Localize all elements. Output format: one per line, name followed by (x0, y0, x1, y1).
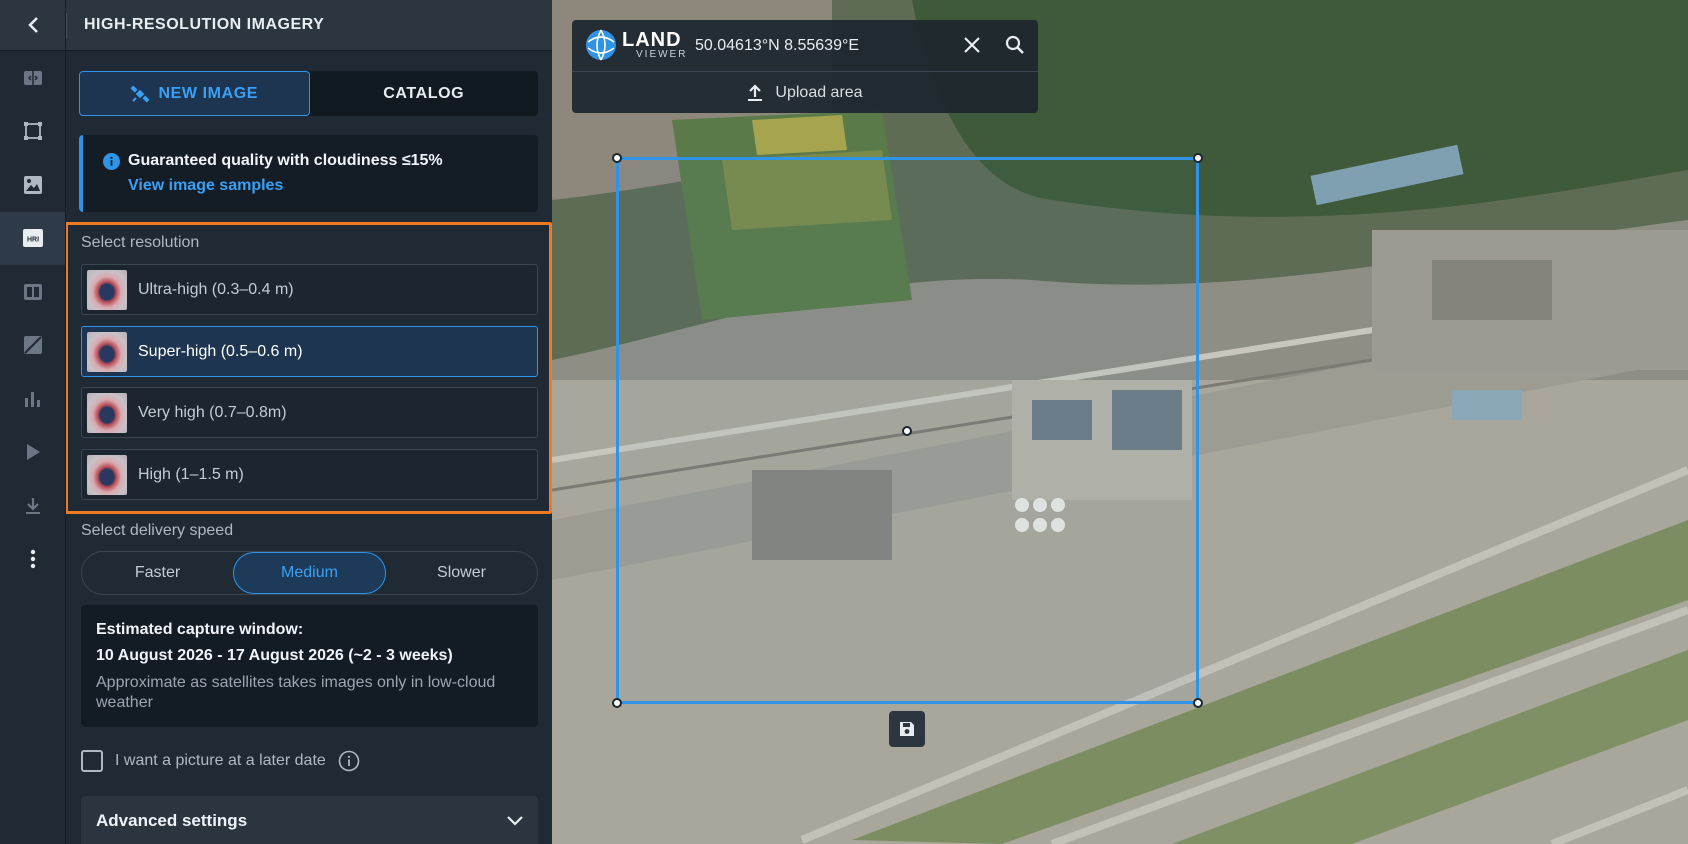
capture-window-dates: 10 August 2026 - 17 August 2026 (~2 - 3 … (96, 647, 453, 664)
svg-text:HRI: HRI (26, 237, 38, 244)
view-samples-link[interactable]: View image samples (128, 177, 283, 195)
upload-area-button[interactable]: Upload area (572, 72, 1038, 113)
advanced-settings-toggle[interactable]: Advanced settings (81, 796, 538, 844)
info-outline-icon[interactable] (338, 750, 360, 772)
aoi-vertex-handle[interactable] (612, 153, 622, 163)
play-icon (26, 444, 40, 461)
capture-window-box: Estimated capture window: 10 August 2026… (81, 605, 538, 727)
compare-icon (23, 70, 42, 85)
map-view[interactable]: LAND VIEWER 50.04613°N 8.55639°E Upload … (552, 0, 1688, 844)
aoi-midpoint-handle[interactable] (902, 426, 912, 436)
coordinates-search-input[interactable]: 50.04613°N 8.55639°E (695, 37, 859, 55)
capture-window-title: Estimated capture window: (96, 621, 304, 638)
chevron-down-icon (507, 816, 523, 826)
resolution-option-super-high[interactable]: Super-high (0.5–0.6 m) (81, 326, 538, 377)
clear-search-button[interactable] (963, 36, 981, 59)
land-viewer-logo: LAND VIEWER (584, 28, 687, 62)
search-icon (1005, 35, 1024, 54)
rail-cloud-button[interactable] (0, 319, 65, 373)
close-icon (964, 37, 980, 53)
panel-header: HIGH-RESOLUTION IMAGERY (66, 0, 552, 51)
upload-area-label: Upload area (775, 83, 863, 101)
info-icon (103, 153, 120, 175)
logo-line1: LAND (622, 29, 682, 51)
resolution-thumbnail (87, 269, 127, 310)
rail-analytics-button[interactable] (0, 372, 65, 426)
later-date-label: I want a picture at a later date (115, 752, 326, 769)
resolution-label: Select resolution (81, 234, 200, 251)
tab-new-image-label: NEW IMAGE (158, 84, 259, 102)
resolution-option-label: Very high (0.7–0.8m) (138, 403, 287, 421)
aoi-vertex-handle[interactable] (1193, 153, 1203, 163)
save-icon (900, 722, 914, 736)
rail-split-button[interactable] (0, 265, 65, 319)
rail-aoi-button[interactable] (0, 105, 65, 159)
search-bar: LAND VIEWER 50.04613°N 8.55639°E (572, 20, 1038, 72)
capture-window-note: Approximate as satellites takes images o… (96, 674, 496, 711)
tab-catalog[interactable]: CATALOG (310, 71, 539, 116)
resolution-thumbnail (87, 454, 127, 495)
aoi-icon (23, 122, 42, 141)
no-cloud-icon (23, 336, 42, 355)
resolution-option-label: High (1–1.5 m) (138, 465, 244, 483)
save-aoi-button[interactable] (889, 711, 925, 747)
logo-wordmark: LAND VIEWER (622, 30, 687, 60)
globe-icon (586, 29, 616, 61)
resolution-option-label: Ultra-high (0.3–0.4 m) (138, 280, 294, 298)
resolution-option-label: Super-high (0.5–0.6 m) (138, 342, 303, 360)
resolution-option-high[interactable]: High (1–1.5 m) (81, 449, 538, 500)
speed-medium-button[interactable]: Medium (233, 552, 386, 594)
rail-hri-button[interactable]: HRI (0, 211, 65, 265)
tab-catalog-label: CATALOG (383, 84, 465, 102)
imagery-icon (23, 175, 42, 194)
delivery-speed-label: Select delivery speed (81, 522, 234, 539)
search-card: LAND VIEWER 50.04613°N 8.55639°E Upload … (572, 20, 1038, 113)
rail-imagery-button[interactable] (0, 158, 65, 212)
resolution-option-ultra-high[interactable]: Ultra-high (0.3–0.4 m) (81, 264, 538, 315)
more-icon (30, 550, 35, 569)
quality-info-box: Guaranteed quality with cloudiness ≤15% … (79, 135, 538, 212)
aoi-vertex-handle[interactable] (612, 698, 622, 708)
split-icon (23, 283, 42, 300)
later-date-row: I want a picture at a later date (81, 750, 360, 772)
download-icon (25, 497, 40, 514)
hri-panel: HIGH-RESOLUTION IMAGERY NEW IMAGE CATALO… (66, 0, 552, 844)
rail-timelapse-button[interactable] (0, 426, 65, 480)
logo-line2: VIEWER (636, 49, 688, 60)
hri-icon: HRI (22, 229, 43, 248)
aoi-vertex-handle[interactable] (1193, 698, 1203, 708)
mode-tabs: NEW IMAGE CATALOG (79, 71, 538, 116)
satellite-icon (130, 84, 150, 104)
rail-compare-button[interactable] (0, 51, 65, 105)
back-button[interactable] (0, 0, 65, 51)
back-icon (27, 17, 38, 33)
resolution-thumbnail (87, 392, 127, 433)
upload-icon (747, 83, 763, 102)
icon-rail: HRI (0, 0, 66, 844)
later-date-checkbox[interactable] (81, 750, 103, 772)
rail-download-button[interactable] (0, 479, 65, 533)
speed-faster-button[interactable]: Faster (82, 552, 233, 594)
rail-more-button[interactable] (0, 533, 65, 587)
tab-new-image[interactable]: NEW IMAGE (79, 71, 310, 116)
resolution-thumbnail (87, 331, 127, 372)
quality-info-text: Guaranteed quality with cloudiness ≤15% (128, 152, 443, 169)
delivery-speed-selector: Faster Medium Slower (81, 551, 538, 595)
advanced-settings-label: Advanced settings (96, 811, 248, 830)
search-button[interactable] (1005, 35, 1025, 60)
app: HRI HIGH-RESOLUTION IMAGERY NEW IMAGE CA… (0, 0, 1688, 844)
speed-slower-button[interactable]: Slower (386, 552, 537, 594)
analytics-icon (24, 391, 40, 407)
resolution-option-very-high[interactable]: Very high (0.7–0.8m) (81, 387, 538, 438)
panel-title: HIGH-RESOLUTION IMAGERY (84, 16, 325, 33)
